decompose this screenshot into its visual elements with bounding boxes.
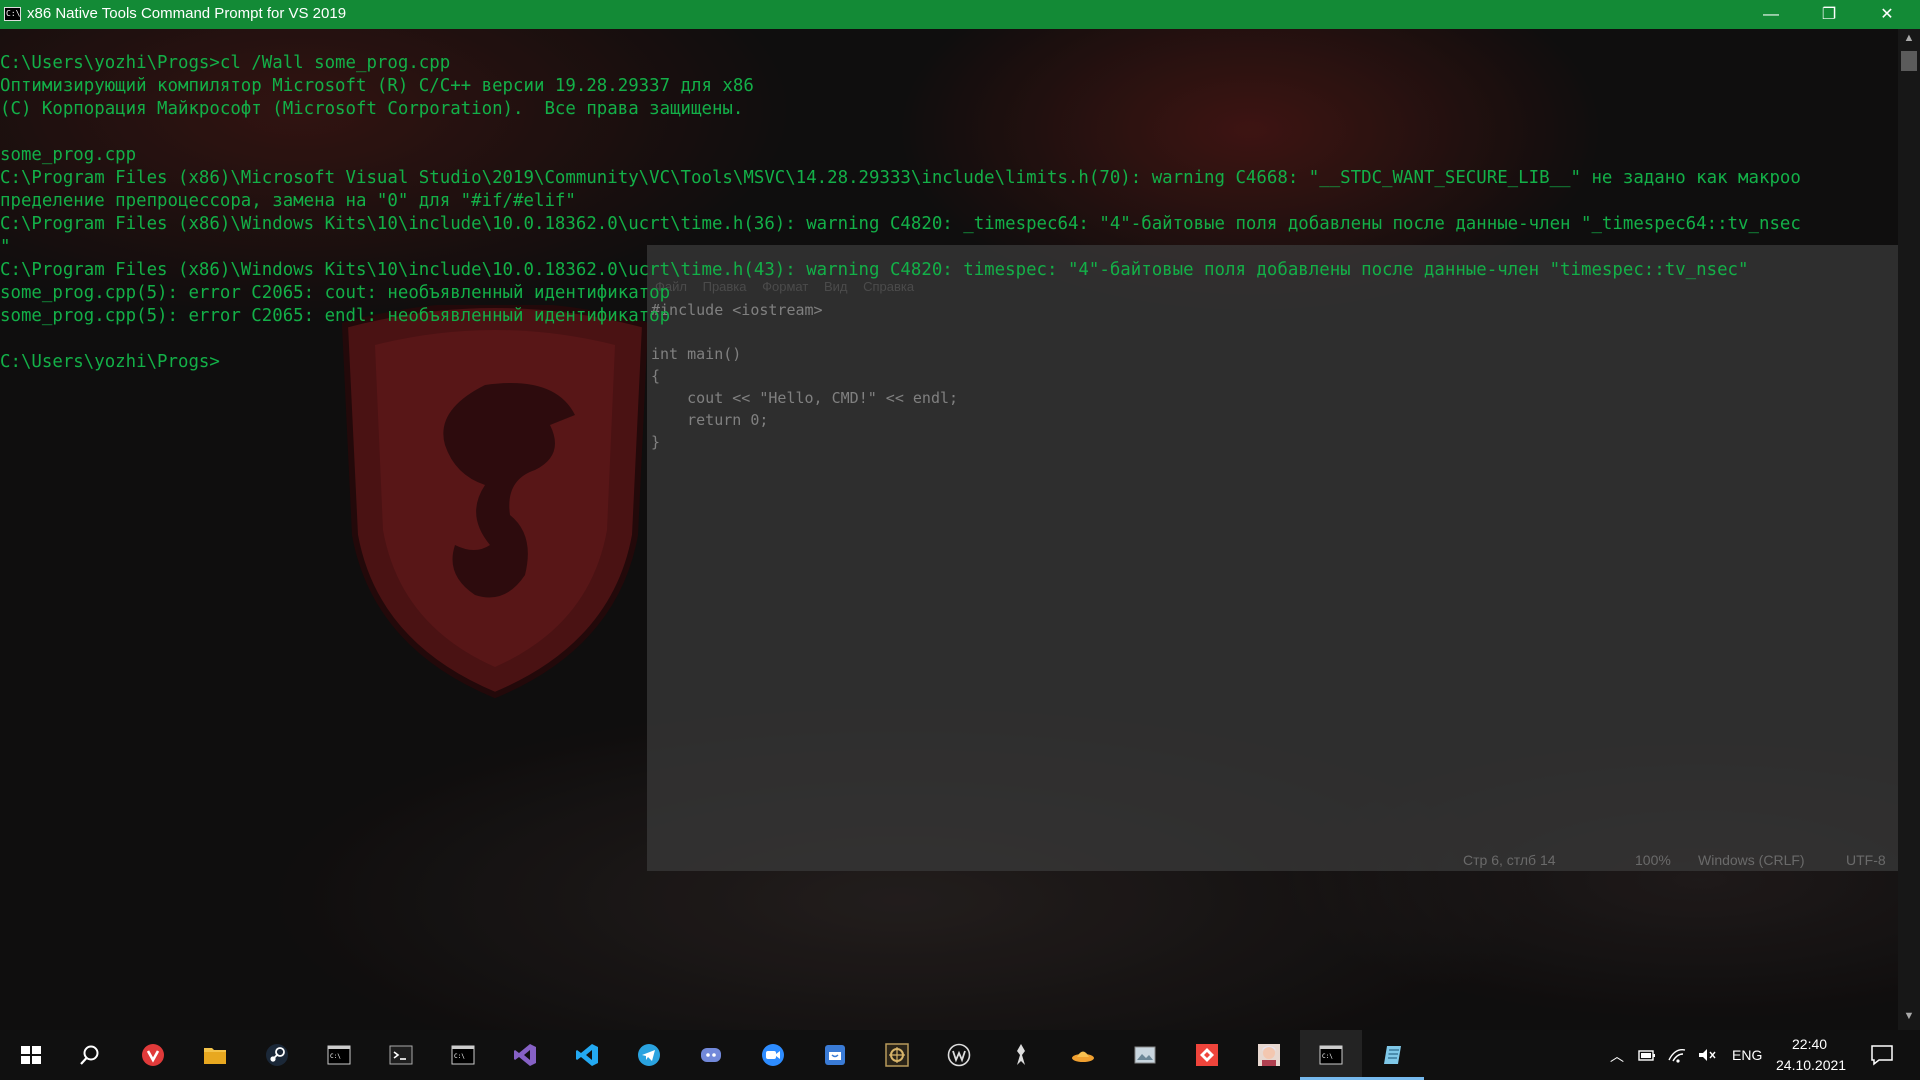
taskbar-telegram[interactable] (618, 1030, 680, 1080)
w-logo-icon (947, 1043, 971, 1067)
encoding: UTF-8 (1846, 852, 1886, 868)
taskbar-file-explorer[interactable] (184, 1030, 246, 1080)
taskbar: C:\ C:\ C:\ ︿ ENG 22:40 24.10.2021 (0, 1030, 1920, 1080)
notepad-icon (1384, 1046, 1401, 1064)
close-button[interactable]: ✕ (1858, 0, 1916, 29)
console-line: Оптимизирующий компилятор Microsoft (R) … (0, 76, 754, 96)
console-line: пределение препроцессора, замена на "0" … (0, 191, 576, 211)
minimize-button[interactable]: — (1742, 0, 1800, 29)
title-bar[interactable]: C:\ x86 Native Tools Command Prompt for … (0, 0, 1920, 29)
store-icon (825, 1045, 845, 1065)
code-line: return 0; (651, 411, 769, 429)
taskbar-discord[interactable] (680, 1030, 742, 1080)
svg-text:C:\: C:\ (1322, 1053, 1333, 1060)
taskbar-anime-app[interactable] (1238, 1030, 1300, 1080)
svg-text:C:\: C:\ (454, 1053, 465, 1060)
taskbar-store-app[interactable] (804, 1030, 866, 1080)
clock-date[interactable]: 24.10.2021 (1776, 1057, 1846, 1073)
zoom-icon (762, 1044, 784, 1066)
command-prompt-window[interactable]: C:\ x86 Native Tools Command Prompt for … (0, 0, 1920, 1030)
taskbar-game-app[interactable] (866, 1030, 928, 1080)
code-line: cout << "Hello, CMD!" << endl; (651, 389, 959, 407)
telegram-icon (638, 1044, 660, 1066)
console-line: (C) Корпорация Майкрософт (Microsoft Cor… (0, 99, 744, 119)
volume-muted-icon[interactable] (1697, 1046, 1717, 1064)
cursor-position: Стр 6, стлб 14 (1463, 852, 1556, 868)
svg-text:C:\: C:\ (330, 1053, 341, 1060)
search-button[interactable] (59, 1030, 121, 1080)
taskbar-anydesk-app[interactable] (1176, 1030, 1238, 1080)
taskbar-photos-app[interactable] (1114, 1030, 1176, 1080)
folder-icon (204, 1048, 226, 1064)
scroll-down-arrow-icon[interactable]: ▼ (1898, 1010, 1920, 1024)
notification-center-icon[interactable] (1870, 1043, 1894, 1067)
vertical-scrollbar[interactable]: ▲ ▼ (1898, 29, 1920, 1030)
zoom-level: 100% (1635, 852, 1671, 868)
battery-icon[interactable] (1637, 1046, 1657, 1064)
taskbar-notepad[interactable] (1362, 1030, 1424, 1080)
taskbar-terminal[interactable] (370, 1030, 432, 1080)
taskbar-command-prompt-active[interactable]: C:\ (1300, 1030, 1362, 1080)
skyrim-icon (1017, 1044, 1025, 1065)
taskbar-command-prompt-2[interactable]: C:\ (432, 1030, 494, 1080)
hat-icon (1072, 1051, 1094, 1062)
taskbar-skyrim-app[interactable] (990, 1030, 1052, 1080)
search-icon (80, 1045, 99, 1065)
clock-time[interactable]: 22:40 (1792, 1036, 1827, 1052)
anydesk-icon (1196, 1044, 1218, 1066)
console-output[interactable]: C:\Users\yozhi\Progs>cl /Wall some_prog.… (0, 52, 1801, 374)
console-icon: C:\ (1319, 1045, 1343, 1065)
vivaldi-icon (142, 1044, 164, 1066)
console-line: C:\Users\yozhi\Progs>cl /Wall some_prog.… (0, 53, 451, 73)
taskbar-zoom[interactable] (742, 1030, 804, 1080)
input-language[interactable]: ENG (1732, 1047, 1762, 1063)
steam-icon (266, 1044, 288, 1066)
console-line: C:\Program Files (x86)\Windows Kits\10\i… (0, 214, 1801, 234)
photos-icon (1134, 1046, 1156, 1064)
show-hidden-icons-chevron-icon[interactable]: ︿ (1607, 1046, 1627, 1064)
console-icon: C:\ (327, 1045, 351, 1065)
taskbar-steam[interactable] (246, 1030, 308, 1080)
notepad-status-bar: Стр 6, стлб 14 100% Windows (CRLF) UTF-8 (647, 849, 1900, 871)
terminal-icon (389, 1045, 413, 1065)
console-line: C:\Program Files (x86)\Windows Kits\10\i… (0, 260, 1749, 280)
line-endings: Windows (CRLF) (1698, 852, 1805, 868)
taskbar-visual-studio[interactable] (494, 1030, 556, 1080)
console-icon: C:\ (4, 7, 21, 21)
console-line: some_prog.cpp (0, 145, 137, 165)
console-icon: C:\ (451, 1045, 475, 1065)
console-prompt[interactable]: C:\Users\yozhi\Progs> (0, 351, 1801, 374)
taskbar-w-app[interactable] (928, 1030, 990, 1080)
taskbar-vivaldi[interactable] (122, 1030, 184, 1080)
console-line: some_prog.cpp(5): error C2065: endl: нео… (0, 306, 671, 326)
console-area[interactable]: Файл Правка Формат Вид Справка #include … (0, 29, 1900, 1030)
visual-studio-icon (514, 1044, 536, 1066)
taskbar-command-prompt-1[interactable]: C:\ (308, 1030, 370, 1080)
console-line: " (0, 237, 11, 257)
windows-logo-icon (21, 1046, 41, 1064)
game-icon (885, 1043, 909, 1067)
taskbar-hat-app[interactable] (1052, 1030, 1114, 1080)
console-line: C:\Program Files (x86)\Microsoft Visual … (0, 168, 1801, 188)
console-line: some_prog.cpp(5): error C2065: cout: нео… (0, 283, 671, 303)
scroll-up-arrow-icon[interactable]: ▲ (1898, 32, 1920, 46)
window-title: x86 Native Tools Command Prompt for VS 2… (27, 5, 347, 22)
wifi-icon[interactable] (1667, 1046, 1687, 1064)
vscode-icon (576, 1044, 598, 1066)
scroll-thumb[interactable] (1901, 51, 1917, 71)
restore-button[interactable]: ❐ (1800, 0, 1858, 29)
avatar-icon (1258, 1044, 1280, 1066)
code-line: } (651, 433, 661, 451)
taskbar-vs-code[interactable] (556, 1030, 618, 1080)
start-button[interactable] (0, 1030, 62, 1080)
discord-icon (701, 1048, 721, 1062)
